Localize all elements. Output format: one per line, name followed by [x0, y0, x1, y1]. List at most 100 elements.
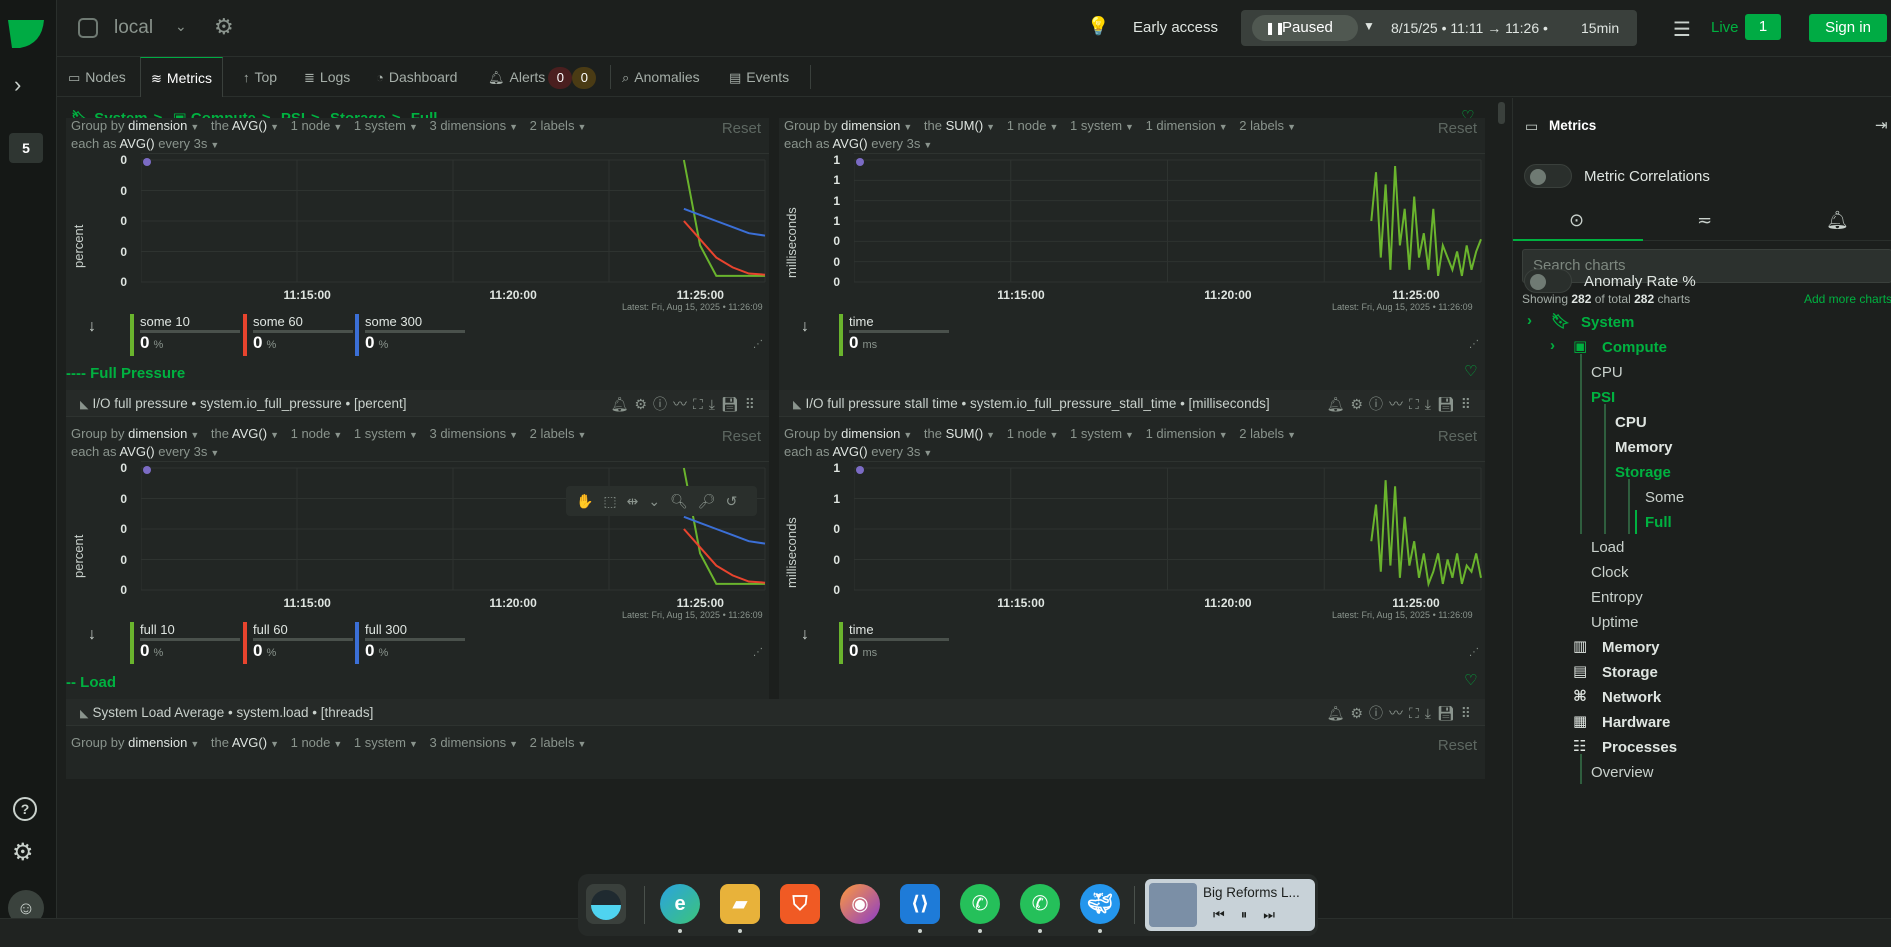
live-label[interactable]: Live [1711, 19, 1739, 36]
legend-item[interactable]: some 300 0% [355, 314, 465, 356]
aggregation-bar[interactable]: each as AVG() every 3s ▼ [71, 444, 227, 459]
tab-top[interactable]: ↑ Top [243, 57, 277, 97]
tree-item-memory[interactable]: Memory [1602, 639, 1660, 656]
gear-icon[interactable]: ⚙ [12, 838, 34, 867]
legend-item[interactable]: some 10 0% [130, 314, 240, 356]
aggregation-bar[interactable]: each as AVG() every 3s ▼ [784, 136, 940, 151]
legend-item[interactable]: time 0 ms [839, 622, 949, 664]
live-count-badge[interactable]: 1 [1745, 14, 1781, 40]
paused-button[interactable]: ❚❚ Paused [1252, 15, 1358, 41]
plot-area[interactable]: 0 0 0 0 0 11:15:00 11:20:00 11:25:00 [120, 153, 769, 305]
alerts-tab-icon[interactable]: 🔔︎ [1826, 210, 1849, 231]
tree-item-hardware[interactable]: Hardware [1602, 714, 1670, 731]
edge-icon[interactable]: e [660, 884, 700, 924]
app-launcher-icon[interactable] [586, 884, 626, 924]
tree-item-psi-memory[interactable]: Memory [1615, 439, 1673, 456]
expand-rail-icon[interactable]: › [14, 72, 21, 98]
duration-text[interactable]: 15min [1581, 20, 1619, 36]
brave-icon[interactable]: ⛉ [780, 884, 820, 924]
chevron-down-icon[interactable]: ▼ [1363, 19, 1375, 33]
tab-alerts[interactable]: 🔔︎ Alerts 0 0 [488, 57, 597, 97]
nodes-status-icon[interactable]: ☰ [1673, 17, 1691, 42]
chart-zoom-toolbar[interactable]: ✋⬚⇹⌄🔍︎🔎︎↺ [566, 486, 758, 516]
legend-item[interactable]: full 10 0% [130, 622, 240, 664]
next-track-icon[interactable]: ⏭ [1263, 907, 1291, 922]
group-by-bar[interactable]: Group by dimension ▼ the AVG() ▼ 1 node ▼ 1… [71, 118, 594, 133]
previous-track-icon[interactable]: ⏮ [1213, 907, 1241, 922]
tree-item-storage[interactable]: Storage [1602, 664, 1658, 681]
reset-button[interactable]: Reset [1438, 737, 1477, 754]
aggregation-bar[interactable]: each as AVG() every 3s ▼ [71, 136, 227, 151]
chart-toolbar[interactable]: 🔔︎⚙ⓘ〰⛶⤓💾︎⠿ [1327, 703, 1477, 723]
arrow-down-icon[interactable]: ↓ [88, 318, 96, 336]
resize-handle-icon[interactable]: ⋰ [1469, 339, 1479, 350]
legend-item[interactable]: time 0 ms [839, 314, 949, 356]
arrow-down-icon[interactable]: ↓ [801, 626, 809, 644]
time-range-picker[interactable]: ❚❚ Paused ▼ 8/15/25 • 11:11 → 11:26 • 15… [1241, 10, 1637, 46]
tab-metrics[interactable]: ≋ Metrics [140, 57, 224, 97]
tree-item-compute[interactable]: Compute [1602, 339, 1667, 356]
search-charts-input[interactable] [1533, 257, 1891, 274]
tree-item-psi-cpu[interactable]: CPU [1615, 414, 1647, 431]
chart-toolbar[interactable]: 🔔︎⚙ⓘ〰⛶⤓💾︎⠿ [611, 394, 761, 414]
chart-title[interactable]: ◣ System Load Average • system.load • [th… [80, 705, 373, 720]
whatsapp-icon[interactable]: ✆ [1020, 884, 1060, 924]
tree-item-entropy[interactable]: Entropy [1591, 589, 1643, 606]
tree-item-cpu[interactable]: CPU [1591, 364, 1623, 381]
tree-item-overview[interactable]: Overview [1591, 764, 1654, 781]
settings-icon[interactable]: ⚙ [214, 14, 234, 40]
files-icon[interactable]: ▰ [720, 884, 760, 924]
anomaly-rate-toggle[interactable] [1524, 269, 1572, 293]
media-controls[interactable]: ⏮⏸⏭ [1213, 907, 1291, 923]
search-charts-field[interactable] [1522, 249, 1891, 283]
sign-in-button[interactable]: Sign in [1809, 14, 1887, 42]
help-icon[interactable]: ? [13, 797, 37, 821]
tree-item-clock[interactable]: Clock [1591, 564, 1629, 581]
tree-item-processes[interactable]: Processes [1602, 739, 1677, 756]
lightbulb-icon[interactable]: 💡 [1087, 16, 1109, 37]
resize-handle-icon[interactable]: ⋰ [753, 339, 763, 350]
group-by-bar[interactable]: Group by dimension ▼ the SUM() ▼ 1 node ▼ 1… [784, 426, 1304, 441]
chart-title[interactable]: ◣ I/O full pressure • system.io_full_pres… [80, 396, 407, 411]
group-by-bar[interactable]: Group by dimension ▼ the AVG() ▼ 1 node ▼ 1… [71, 735, 594, 750]
netdata-logo-icon[interactable] [6, 14, 46, 52]
collapse-sidebar-icon[interactable]: ⇥ [1875, 116, 1888, 134]
filter-tab-icon[interactable]: ≂ [1697, 210, 1712, 231]
firefox-icon[interactable]: ◉ [840, 884, 880, 924]
tree-item-full[interactable]: Full [1645, 514, 1672, 531]
add-more-charts-link[interactable]: Add more charts [1804, 292, 1891, 306]
legend-item[interactable]: full 60 0% [243, 622, 353, 664]
chart-toolbar[interactable]: 🔔︎⚙ⓘ〰⛶⤓💾︎⠿ [1327, 394, 1477, 414]
time-range-text[interactable]: 8/15/25 • 11:11 → 11:26 • [1391, 20, 1548, 36]
heart-icon[interactable]: ♡ [1464, 362, 1477, 380]
group-by-bar[interactable]: Group by dimension ▼ the AVG() ▼ 1 node ▼ 1… [71, 426, 594, 441]
early-access-link[interactable]: Early access [1133, 19, 1218, 36]
aggregation-bar[interactable]: each as AVG() every 3s ▼ [784, 444, 940, 459]
tab-events[interactable]: ▤ Events [729, 57, 789, 97]
legend-item[interactable]: some 60 0% [243, 314, 353, 356]
charts-scrollbar[interactable] [1497, 98, 1506, 918]
tree-item-load[interactable]: Load [1591, 539, 1624, 556]
tree-chevron-icon[interactable]: › [1527, 312, 1532, 329]
plot-area[interactable]: 1 1 1 1 0 0 0 11:15:00 11:20:00 11:25:00 [833, 153, 1485, 305]
vscode-icon[interactable]: ⟨⟩ [900, 884, 940, 924]
tab-dashboard[interactable]: ◔ Dashboard [376, 57, 457, 97]
reset-button[interactable]: Reset [722, 428, 761, 445]
tab-anomalies[interactable]: ⌕ Anomalies [622, 57, 700, 97]
docker-icon[interactable]: 🐳︎ [1080, 884, 1120, 924]
reset-button[interactable]: Reset [1438, 120, 1477, 137]
space-badge[interactable]: 5 [9, 133, 43, 163]
group-by-bar[interactable]: Group by dimension ▼ the SUM() ▼ 1 node ▼ 1… [784, 118, 1304, 133]
chart-title[interactable]: ◣ I/O full pressure stall time • system.i… [793, 396, 1270, 411]
scrollbar-thumb[interactable] [1498, 102, 1505, 124]
plot-area[interactable]: 0 0 0 0 0 11:15:00 11:20:00 11:25:00 [120, 461, 769, 613]
tab-nodes[interactable]: ▭ Nodes [68, 57, 126, 97]
pause-icon[interactable]: ⏸ [1241, 907, 1264, 922]
tree-item-psi-storage[interactable]: Storage [1615, 464, 1671, 481]
metric-correlations-toggle[interactable] [1524, 164, 1572, 188]
tree-item-some[interactable]: Some [1645, 489, 1684, 506]
legend-item[interactable]: full 300 0% [355, 622, 465, 664]
heart-icon[interactable]: ♡ [1464, 671, 1477, 689]
tree-chevron-icon[interactable]: › [1550, 337, 1555, 354]
reset-button[interactable]: Reset [722, 120, 761, 137]
